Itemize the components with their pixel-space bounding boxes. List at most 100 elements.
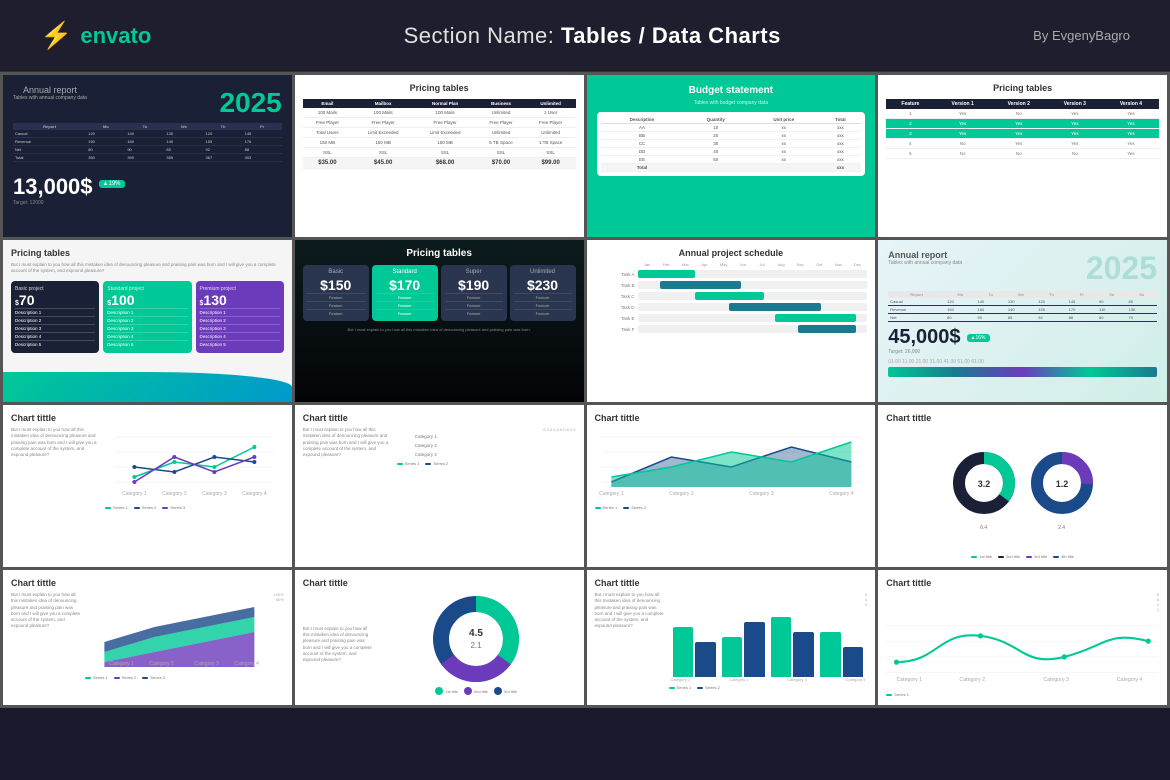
title-bold: Tables / Data Charts bbox=[561, 23, 781, 48]
col-group-4 bbox=[820, 632, 863, 677]
card-r2c2-content: Pricing tables Basic $150 Feature Featur… bbox=[303, 248, 576, 332]
card-r4c4: Chart tittle 8642 Category 1 Category 2 … bbox=[878, 570, 1167, 705]
svg-text:Category 2: Category 2 bbox=[669, 491, 694, 497]
card-r3c2-legend: Series 1 Series 2 bbox=[397, 461, 576, 466]
card-r1c1-label: Target: 12000 bbox=[13, 200, 282, 206]
card-r4c1-title: Chart tittle bbox=[11, 578, 284, 588]
card-r2c2-title: Pricing tables bbox=[303, 248, 576, 259]
card-r4c3-legend: Series 1 Series 2 bbox=[669, 685, 868, 690]
card-r4c3: Chart tittle But I must explain to you h… bbox=[587, 570, 876, 705]
gantt-row-2: Task B bbox=[595, 281, 868, 289]
card-r1c4-table: FeatureVersion 1Version 2Version 3Versio… bbox=[886, 99, 1159, 159]
svg-text:Category 4: Category 4 bbox=[234, 661, 259, 667]
card-r2c4-title: Annual report bbox=[888, 250, 962, 260]
logo: ⚡ envato bbox=[40, 20, 151, 51]
card-r1c1-bignumber: 13,000$ bbox=[13, 174, 93, 200]
plan-dark-standard: Standard $170 Feature Feature Feature bbox=[372, 265, 438, 321]
svg-text:Category 4: Category 4 bbox=[242, 491, 267, 497]
plan-dark-super: Super $190 Feature Feature Feature bbox=[441, 265, 507, 321]
card-r2c4-badge: ▲ 16% bbox=[967, 334, 990, 342]
card-r4c2-legend: 1st title 2nd title 3rd title bbox=[435, 687, 517, 695]
card-r1c2-title: Pricing tables bbox=[303, 83, 576, 93]
card-r4c2: Chart tittle But I must explain to you h… bbox=[295, 570, 584, 705]
card-r3c3: Chart tittle Category 1 Category 2 Categ… bbox=[587, 405, 876, 567]
header: ⚡ envato Section Name: Tables / Data Cha… bbox=[0, 0, 1170, 72]
card-r1c1: Annual report Tables with annual company… bbox=[3, 75, 292, 237]
card-r1c3-table-wrap: DescriptionQuantityUnit priceTotal AA10x… bbox=[597, 112, 866, 176]
card-r3c4: Chart tittle 3.2 6.4 1.2 2.4 1st ti bbox=[878, 405, 1167, 567]
card-grid: Annual report Tables with annual company… bbox=[0, 72, 1170, 708]
card-r2c1-desc: But I must explain to you how all this m… bbox=[11, 262, 284, 275]
card-r2c4: Annual report Tables with annual company… bbox=[878, 240, 1167, 402]
svg-text:Category 3: Category 3 bbox=[1044, 677, 1070, 683]
plan-dark-basic: Basic $150 Feature Feature Feature bbox=[303, 265, 369, 321]
svg-text:Category 1: Category 1 bbox=[897, 677, 923, 683]
card-r4c4-legend: Series 1 bbox=[886, 692, 1159, 697]
plan-premium: Premium project $130 Description 1 Descr… bbox=[196, 281, 284, 353]
area-chart-svg: Category 1 Category 2 Category 3 Categor… bbox=[595, 427, 868, 497]
card-r4c1-legend: Series 1 Series 2 Series 3 bbox=[85, 675, 284, 680]
card-r4c2-title: Chart tittle bbox=[303, 578, 576, 588]
svg-text:Category 2: Category 2 bbox=[162, 491, 187, 497]
svg-text:1.2: 1.2 bbox=[1055, 479, 1068, 489]
svg-text:2.1: 2.1 bbox=[471, 641, 483, 650]
card-r1c1-table: ReportMoTuWeThFr Casual120140130120145 R… bbox=[13, 123, 282, 162]
card-r2c4-bignumber: 45,000$ bbox=[888, 326, 960, 349]
card-r3c2-title: Chart tittle bbox=[303, 413, 576, 423]
bar-row-2: Category 2 bbox=[397, 443, 576, 448]
card-r3c4-title: Chart tittle bbox=[886, 413, 1159, 423]
card-r4c4-title: Chart tittle bbox=[886, 578, 1159, 588]
card-r1c4: Pricing tables FeatureVersion 1Version 2… bbox=[878, 75, 1167, 237]
svg-text:Category 3: Category 3 bbox=[202, 491, 227, 497]
card-r2c2: Pricing tables Basic $150 Feature Featur… bbox=[295, 240, 584, 402]
svg-text:Category 3: Category 3 bbox=[749, 491, 774, 497]
col-group-2 bbox=[722, 622, 765, 677]
gantt-row-5: Task E bbox=[595, 314, 868, 322]
card-r1c1-year: 2025 bbox=[219, 87, 281, 119]
card-r2c2-plans: Basic $150 Feature Feature Feature Stand… bbox=[303, 265, 576, 321]
gantt-row-6: Task F bbox=[595, 325, 868, 333]
svg-text:Category 4: Category 4 bbox=[1117, 677, 1143, 683]
card-r3c1: Chart tittle But I must explain to you h… bbox=[3, 405, 292, 567]
card-r4c3-desc: But I must explain to you how all this m… bbox=[595, 592, 665, 697]
card-r2c4-subtitle: Tables with annual company data bbox=[888, 260, 962, 266]
card-r4c4-chart: 8642 Category 1 Category 2 Category 3 Ca… bbox=[886, 592, 1159, 697]
chart-x-labels: Category 1 Category 2 Category 3 Categor… bbox=[669, 677, 868, 682]
header-author: By EvgenyBagro bbox=[1033, 28, 1130, 43]
card-r2c4-timeline: 01.00 11.00 21.00 31.00 41.00 51.00 61.0… bbox=[888, 359, 1157, 365]
card-r2c1-title: Pricing tables bbox=[11, 248, 284, 258]
line-chart-svg: Category 1 Category 2 Category 3 Categor… bbox=[105, 427, 284, 497]
svg-text:Category 2: Category 2 bbox=[149, 661, 174, 667]
card-r1c1-subtitle: Tables with annual company data bbox=[13, 95, 87, 101]
card-r4c1-desc: But I must explain to you how all this m… bbox=[11, 592, 81, 697]
card-r1c4-title: Pricing tables bbox=[886, 83, 1159, 93]
card-r2c4-table: ReportMoTuWeThFrSaSu Casual1201401301201… bbox=[888, 291, 1157, 322]
gantt-row-3: Task C bbox=[595, 292, 868, 300]
card-r2c4-label: Target: 26,000 bbox=[888, 349, 1157, 355]
svg-text:Category 2: Category 2 bbox=[960, 677, 986, 683]
card-r3c1-title: Chart tittle bbox=[11, 413, 284, 423]
card-r2c3-chart: Jan Feb Mar Apr May Jun Jul Aug Sep Oct … bbox=[595, 262, 868, 336]
gantt-row-1: Task A bbox=[595, 270, 868, 278]
card-r2c2-note: But I must explain to you how all this m… bbox=[303, 327, 576, 332]
logo-icon: ⚡ bbox=[40, 20, 72, 51]
header-title: Section Name: Tables / Data Charts bbox=[404, 23, 781, 49]
card-r3c1-desc: But I must explain to you how all this m… bbox=[11, 427, 101, 559]
col-group-3 bbox=[771, 617, 814, 677]
svg-text:4.5: 4.5 bbox=[469, 628, 483, 639]
card-r1c3-table: DescriptionQuantityUnit priceTotal AA10x… bbox=[601, 116, 862, 172]
card-r1c2-table: EmailMailboxNormal PlanBusinessUnlimited… bbox=[303, 99, 576, 169]
col-chart bbox=[669, 607, 868, 677]
svg-text:Category 3: Category 3 bbox=[194, 661, 219, 667]
svg-text:Category 1: Category 1 bbox=[599, 491, 624, 497]
logo-text: envato bbox=[80, 23, 151, 49]
card-r1c1-title: Annual report bbox=[13, 85, 87, 95]
card-r3c4-legend: 1st title 2nd title 3rd title 4th title bbox=[886, 554, 1159, 559]
donut-1: 3.2 6.4 bbox=[949, 448, 1019, 531]
plan-standard: Standard project $100 Description 1 Desc… bbox=[103, 281, 191, 353]
gantt-months: Jan Feb Mar Apr May Jun Jul Aug Sep Oct … bbox=[595, 262, 868, 267]
card-r1c2: Pricing tables EmailMailboxNormal PlanBu… bbox=[295, 75, 584, 237]
card-r4c3-title: Chart tittle bbox=[595, 578, 868, 588]
card-r2c1-plans: Basic project $70 Description 1 Descript… bbox=[11, 281, 284, 353]
teal-wave bbox=[3, 372, 292, 402]
